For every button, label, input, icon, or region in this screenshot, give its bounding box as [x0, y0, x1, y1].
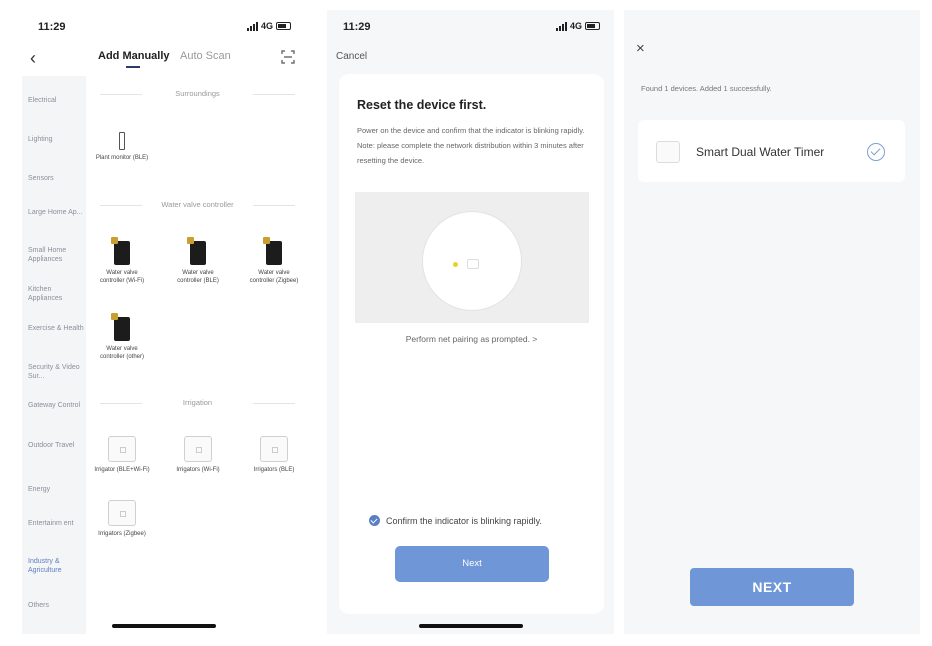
back-icon[interactable]: ‹ — [30, 48, 36, 69]
add-result-screen: × Found 1 devices. Added 1 successfully.… — [624, 10, 920, 634]
device-list: Surroundings Plant monitor (BLE) Water v… — [86, 76, 305, 634]
home-indicator — [111, 624, 216, 628]
device-irrigator-wifi[interactable]: Irrigators (Wi-Fi) — [170, 436, 226, 474]
battery-icon — [276, 22, 291, 30]
sidebar-item-others[interactable]: Others — [28, 601, 84, 610]
added-device-card[interactable]: Smart Dual Water Timer — [638, 120, 905, 182]
device-name: Smart Dual Water Timer — [696, 145, 825, 159]
device-plant-monitor[interactable]: Plant monitor (BLE) — [94, 132, 150, 162]
scan-icon[interactable] — [281, 50, 295, 64]
reset-description: Power on the device and confirm that the… — [357, 126, 585, 165]
battery-icon — [585, 22, 600, 30]
close-icon[interactable]: × — [636, 40, 645, 57]
check-icon — [369, 515, 380, 526]
confirm-label: Confirm the indicator is blinking rapidl… — [386, 515, 542, 526]
sidebar-item-large-home[interactable]: Large Home Ap... — [28, 208, 84, 217]
device-placeholder-icon — [260, 436, 288, 462]
sidebar-item-small-home[interactable]: Small Home Appliances — [28, 246, 84, 264]
valve-icon — [111, 313, 130, 341]
section-irrigation: Irrigation — [100, 398, 295, 407]
device-thumbnail-icon — [656, 141, 680, 163]
device-placeholder-icon — [108, 436, 136, 462]
pairing-guide-link[interactable]: Perform net pairing as prompted. > — [339, 334, 604, 344]
sidebar-item-energy[interactable]: Energy — [28, 485, 84, 494]
status-time: 11:29 — [343, 21, 371, 33]
status-time: 11:29 — [38, 21, 66, 33]
sidebar-item-entertainment[interactable]: Entertainm ent — [28, 519, 84, 528]
valve-icon — [263, 237, 282, 265]
signal-icon — [555, 21, 567, 31]
sidebar-item-lighting[interactable]: Lighting — [28, 135, 84, 144]
add-device-screen: 11:29 4G ‹ Add Manually Auto Scan Electr… — [22, 10, 305, 634]
plant-monitor-icon — [119, 132, 125, 150]
home-indicator — [418, 624, 523, 628]
status-bar: 11:29 4G — [22, 10, 305, 42]
status-bar: 11:29 4G — [327, 10, 614, 42]
device-irrigator-ble[interactable]: Irrigators (BLE) — [246, 436, 302, 474]
cancel-link[interactable]: Cancel — [336, 51, 367, 62]
tab-auto-scan[interactable]: Auto Scan — [180, 50, 231, 62]
section-water-valve: Water valve controller — [100, 200, 295, 209]
category-sidebar: Electrical Lighting Sensors Large Home A… — [22, 76, 86, 634]
device-valve-wifi[interactable]: Water valve controller (Wi-Fi) — [94, 237, 150, 285]
reset-illustration — [355, 192, 589, 323]
reset-card: Reset the device first. Power on the dev… — [339, 74, 604, 614]
result-summary: Found 1 devices. Added 1 successfully. — [641, 84, 772, 93]
next-button[interactable]: Next — [395, 546, 549, 582]
reset-title: Reset the device first. — [357, 98, 487, 112]
device-irrigator-ble-wifi[interactable]: Irrigator (BLE+Wi-Fi) — [94, 436, 150, 474]
add-header: ‹ Add Manually Auto Scan — [22, 44, 305, 74]
valve-icon — [111, 237, 130, 265]
sidebar-item-kitchen[interactable]: Kitchen Appliances — [28, 285, 84, 303]
device-irrigator-zigbee[interactable]: Irrigators (Zigbee) — [94, 500, 150, 538]
sidebar-item-sensors[interactable]: Sensors — [28, 174, 84, 183]
device-valve-other[interactable]: Water valve controller (other) — [94, 313, 150, 361]
sidebar-item-security[interactable]: Security & Video Sur... — [28, 363, 84, 381]
network-label: 4G — [569, 21, 582, 31]
network-label: 4G — [260, 21, 273, 31]
confirm-blinking-checkbox[interactable]: Confirm the indicator is blinking rapidl… — [369, 515, 542, 526]
device-placeholder-icon — [184, 436, 212, 462]
indicator-light-icon — [453, 262, 458, 267]
device-valve-ble[interactable]: Water valve controller (BLE) — [170, 237, 226, 285]
tab-add-manually[interactable]: Add Manually — [98, 50, 170, 68]
next-button[interactable]: NEXT — [690, 568, 854, 606]
sidebar-item-electrical[interactable]: Electrical — [28, 96, 84, 105]
signal-icon — [246, 21, 258, 31]
reset-device-screen: 11:29 4G Cancel Reset the device first. … — [327, 10, 614, 634]
sidebar-item-exercise[interactable]: Exercise & Health — [28, 324, 84, 333]
valve-icon — [187, 237, 206, 265]
sidebar-item-gateway[interactable]: Gateway Control — [28, 401, 84, 410]
device-camera-icon — [467, 259, 479, 269]
device-placeholder-icon — [108, 500, 136, 526]
section-surroundings: Surroundings — [100, 89, 295, 98]
sidebar-item-outdoor[interactable]: Outdoor Travel — [28, 441, 84, 450]
sidebar-item-industry[interactable]: Industry & Agriculture — [28, 557, 84, 575]
success-check-icon — [867, 143, 885, 161]
device-valve-zigbee[interactable]: Water valve controller (Zigbee) — [246, 237, 302, 285]
